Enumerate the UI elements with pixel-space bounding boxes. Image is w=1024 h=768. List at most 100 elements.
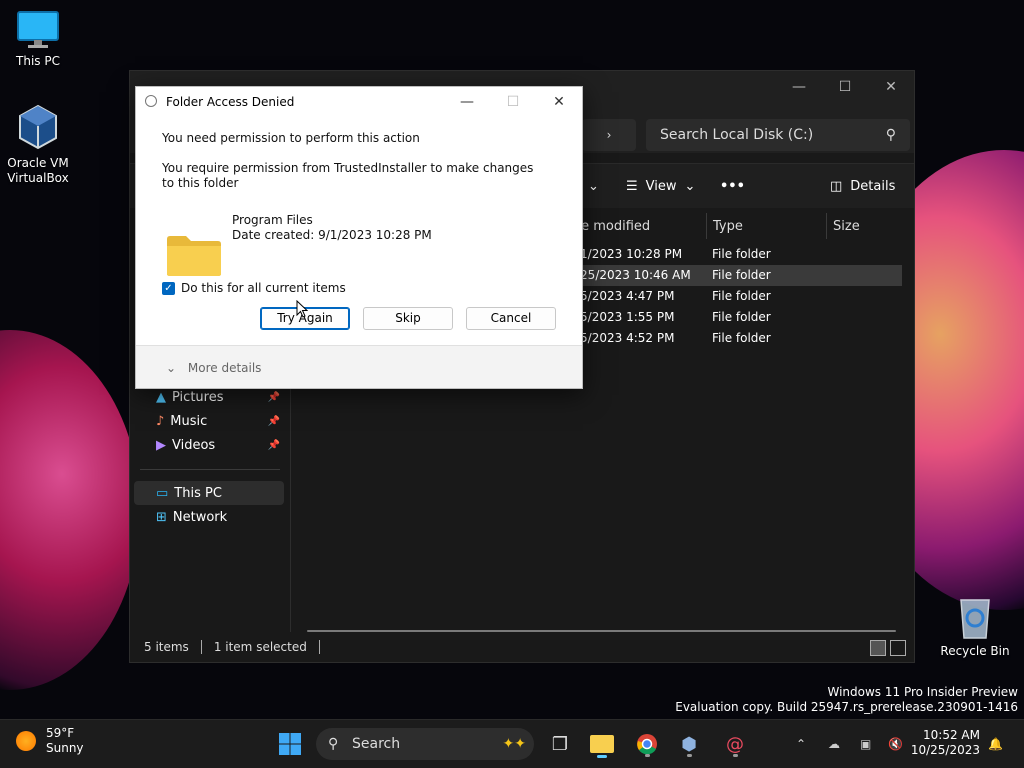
- details-label: Details: [850, 178, 896, 194]
- search-highlight-icon: ✦✦: [502, 736, 526, 752]
- chevron-down-icon: ⌄: [166, 361, 177, 375]
- more-options-button[interactable]: •••: [720, 164, 745, 208]
- dialog-close-button[interactable]: ✕: [536, 87, 582, 117]
- taskbar-debian-app[interactable]: @: [719, 728, 751, 760]
- selection-count: 1 item selected: [213, 640, 307, 654]
- start-button[interactable]: [274, 728, 306, 760]
- running-app-indicator: [733, 754, 738, 757]
- tiles-view-icon[interactable]: [890, 640, 906, 656]
- view-label: View: [645, 178, 677, 194]
- sidebar-item-label: This PC: [174, 485, 222, 501]
- running-app-indicator: [645, 754, 650, 757]
- virtualbox-icon: [19, 104, 57, 150]
- pin-icon: 📌: [267, 415, 280, 427]
- checkbox-label: Do this for all current items: [181, 281, 346, 295]
- status-divider: [200, 640, 202, 654]
- pin-icon: 📌: [267, 391, 280, 403]
- clock-time: 10:52 AM: [923, 728, 980, 742]
- dialog-content: You need permission to perform this acti…: [136, 117, 582, 345]
- task-view-icon: ❐: [551, 733, 569, 755]
- tray-network[interactable]: ▣: [860, 720, 871, 768]
- windows-logo-icon: [279, 733, 301, 755]
- network-icon: ⊞: [156, 509, 167, 525]
- details-pane-button[interactable]: ◫ Details: [830, 164, 895, 208]
- chevron-up-icon: ⌃: [796, 737, 807, 751]
- status-divider: [318, 640, 320, 654]
- more-details-toggle[interactable]: ⌄ More details: [166, 361, 261, 375]
- address-chevron-button[interactable]: ›: [582, 119, 636, 151]
- weather-widget[interactable]: 59°F Sunny: [16, 726, 84, 756]
- notification-bell[interactable]: 🔔: [988, 720, 1003, 768]
- watermark-line-1: Windows 11 Pro Insider Preview: [827, 685, 1018, 699]
- search-icon: ⚲: [885, 127, 896, 143]
- search-placeholder: Search Local Disk (C:): [660, 127, 814, 143]
- sidebar-item-videos[interactable]: ▶ Videos 📌: [134, 433, 284, 457]
- sort-dropdown-chevron[interactable]: ⌄: [588, 164, 599, 208]
- details-view-icon[interactable]: [870, 640, 886, 656]
- network-status-icon: ▣: [860, 737, 872, 751]
- minimize-icon: —: [460, 94, 474, 110]
- taskbar-search-label: Search: [352, 736, 401, 752]
- taskbar-file-explorer[interactable]: [586, 728, 618, 760]
- search-icon: ⚲: [328, 736, 339, 752]
- folder-access-denied-dialog: Folder Access Denied — ☐ ✕ You need perm…: [135, 86, 583, 389]
- desktop-icon-label: Recycle Bin: [940, 644, 1010, 658]
- search-input[interactable]: Search Local Disk (C:) ⚲: [646, 119, 910, 151]
- sidebar-item-music[interactable]: ♪ Music 📌: [134, 409, 284, 433]
- desktop-icon-label: Oracle VM VirtualBox: [7, 156, 69, 185]
- skip-button[interactable]: Skip: [363, 307, 453, 330]
- maximize-icon: ☐: [506, 94, 520, 110]
- videos-icon: ▶: [156, 437, 166, 453]
- sidebar-item-label: Music: [170, 413, 208, 429]
- weather-condition: Sunny: [46, 741, 84, 755]
- taskbar-chrome[interactable]: [631, 728, 663, 760]
- dialog-heading: You need permission to perform this acti…: [162, 131, 420, 145]
- tray-onedrive[interactable]: ☁: [828, 720, 840, 768]
- tray-volume[interactable]: 🔇: [888, 720, 903, 768]
- chrome-icon: [637, 734, 657, 755]
- clock-date: 10/25/2023: [910, 743, 980, 757]
- cloud-icon: ☁: [828, 737, 840, 751]
- system-clock[interactable]: 10:52 AM 10/25/2023: [911, 728, 980, 758]
- desktop-icon-virtualbox[interactable]: Oracle VM VirtualBox: [0, 104, 76, 186]
- sidebar-item-label: Videos: [172, 437, 216, 453]
- minimize-icon: —: [792, 79, 806, 95]
- sidebar-item-network[interactable]: ⊞ Network: [134, 505, 284, 529]
- sidebar-item-label: Pictures: [172, 389, 224, 405]
- checkmark-icon: ✓: [164, 283, 173, 294]
- sun-icon: [16, 731, 36, 751]
- close-button[interactable]: ✕: [868, 71, 914, 103]
- pictures-icon: ▲: [156, 389, 166, 405]
- this-pc-icon: ▭: [156, 485, 169, 501]
- taskbar-virtualbox[interactable]: ⬢: [673, 728, 705, 760]
- taskbar-task-view[interactable]: ❐: [544, 728, 576, 760]
- taskbar-search[interactable]: ⚲ Search ✦✦: [316, 728, 534, 760]
- watermark-line-2: Evaluation copy. Build 25947.rs_prerelea…: [675, 700, 1018, 714]
- close-icon: ✕: [885, 79, 897, 95]
- volume-muted-icon: 🔇: [888, 737, 903, 751]
- details-pane-icon: ◫: [830, 178, 843, 194]
- minimize-button[interactable]: —: [776, 71, 822, 103]
- dialog-message: You require permission from TrustedInsta…: [162, 161, 534, 190]
- maximize-button[interactable]: ☐: [822, 71, 868, 103]
- dialog-app-icon: [145, 95, 157, 107]
- dialog-titlebar: Folder Access Denied — ☐ ✕: [136, 87, 582, 117]
- chevron-down-icon: ⌄: [588, 178, 599, 194]
- sidebar-divider: [140, 469, 280, 470]
- close-icon: ✕: [553, 94, 565, 110]
- view-button[interactable]: ☰ View ⌄: [626, 164, 695, 208]
- dialog-footer: ⌄ More details: [136, 345, 582, 388]
- pin-icon: 📌: [267, 439, 280, 451]
- tray-overflow-chevron[interactable]: ⌃: [796, 720, 806, 768]
- apply-to-all-checkbox[interactable]: ✓: [162, 282, 175, 295]
- view-toggle: [870, 640, 906, 656]
- item-count: 5 items: [144, 640, 189, 654]
- maximize-icon: ☐: [838, 79, 852, 95]
- running-app-indicator: [687, 754, 692, 757]
- sidebar-item-this-pc[interactable]: ▭ This PC: [134, 481, 284, 505]
- dialog-minimize-button[interactable]: —: [444, 87, 490, 117]
- desktop-icon-recycle-bin[interactable]: Recycle Bin: [937, 596, 1013, 659]
- cancel-button[interactable]: Cancel: [466, 307, 556, 330]
- desktop-icon-this-pc[interactable]: This PC: [0, 10, 76, 69]
- bell-icon: 🔔: [988, 737, 1003, 751]
